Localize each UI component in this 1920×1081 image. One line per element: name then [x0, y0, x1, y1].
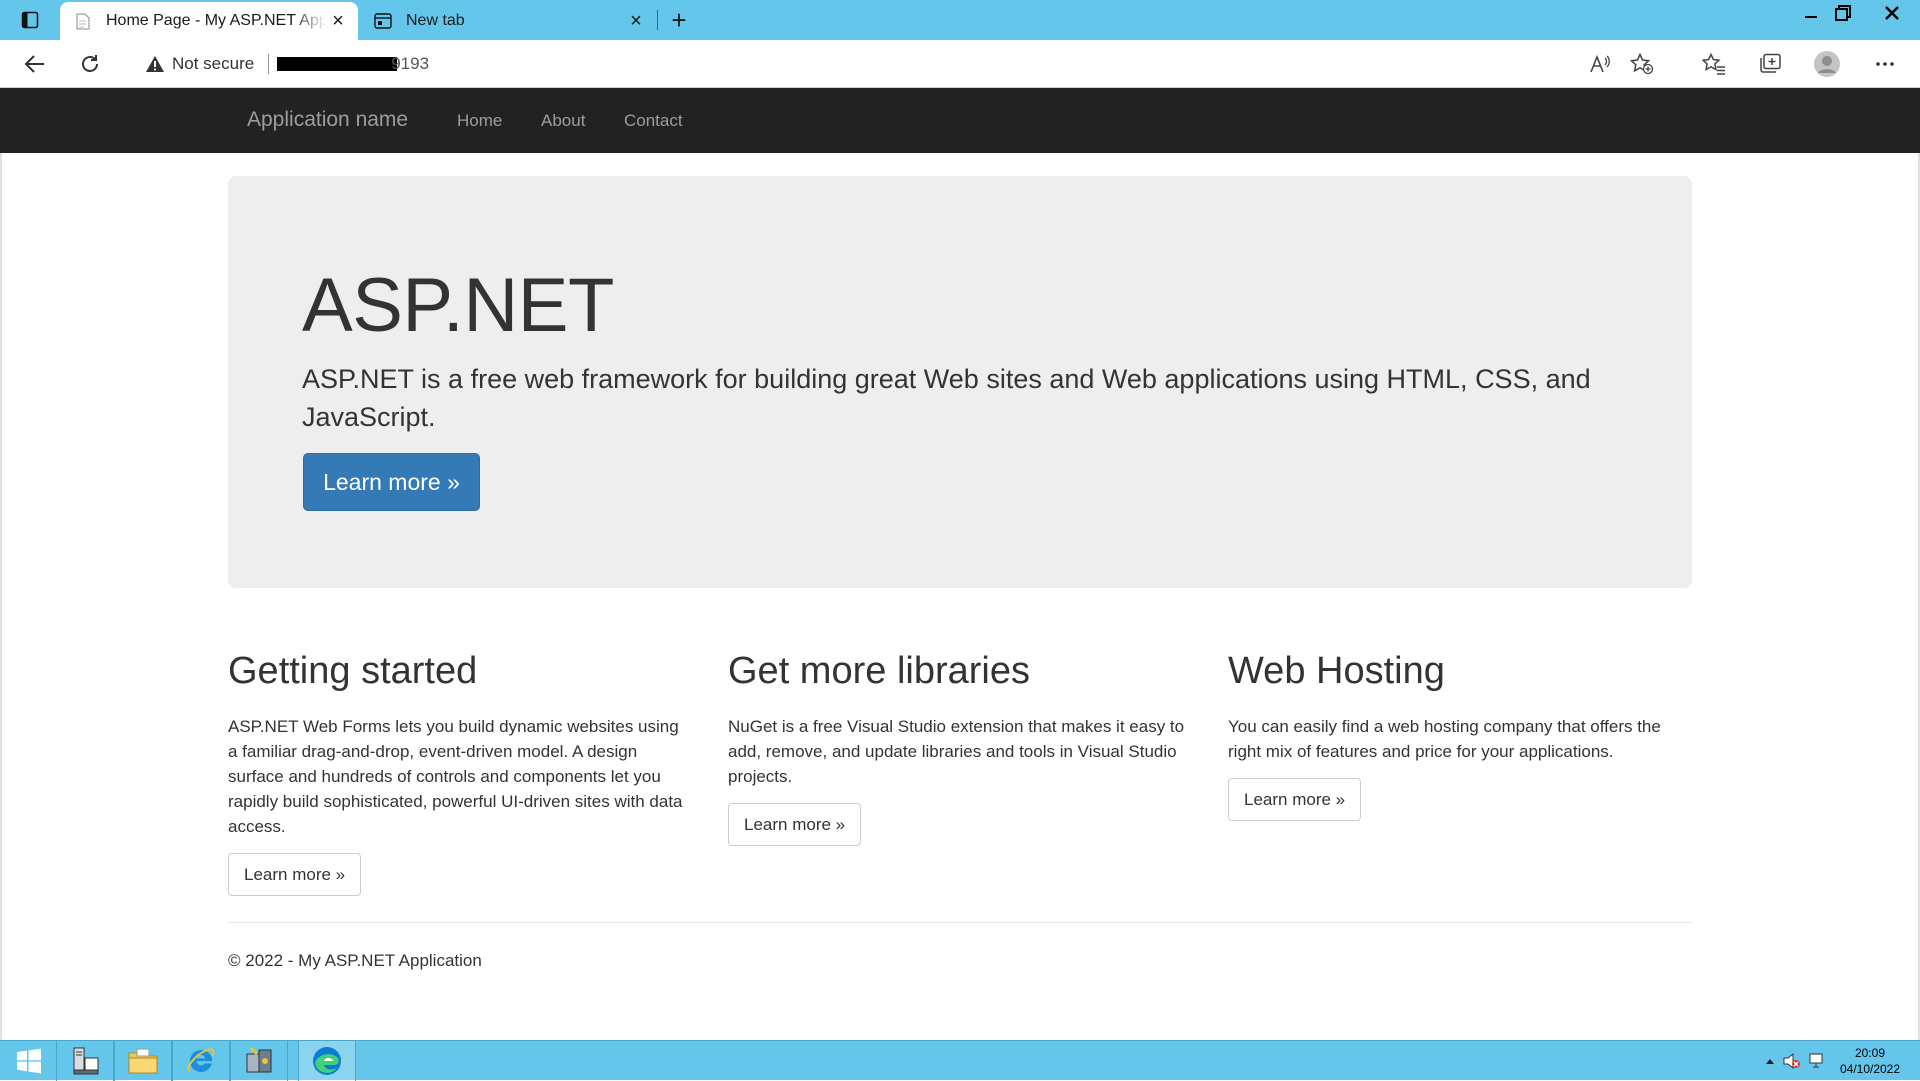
show-hidden-icons-icon[interactable] [1760, 1051, 1780, 1071]
learn-more-button[interactable]: Learn more » [228, 853, 362, 896]
jumbotron-title: ASP.NET [302, 263, 614, 348]
close-window-icon[interactable] [1872, 0, 1912, 26]
footer-divider [228, 922, 1692, 923]
column-heading: Getting started [228, 650, 478, 692]
restore-icon[interactable] [1828, 0, 1858, 26]
file-explorer-icon[interactable] [114, 1041, 172, 1081]
browser-toolbar: Not secure 9193 [0, 40, 1920, 88]
column-web-hosting: Web Hosting You can easily find a web ho… [1228, 650, 1688, 821]
nav-link-contact[interactable]: Contact [624, 111, 683, 131]
taskbar-clock[interactable]: 20:09 04/10/2022 [1830, 1045, 1910, 1077]
clock-date: 04/10/2022 [1839, 1062, 1901, 1076]
column-heading: Web Hosting [1228, 650, 1445, 692]
server-manager-icon[interactable] [56, 1041, 114, 1081]
network-icon[interactable] [1806, 1051, 1826, 1071]
learn-more-primary-button[interactable]: Learn more » [303, 453, 480, 511]
new-tab-button[interactable]: + [665, 5, 693, 35]
learn-more-button[interactable]: Learn more » [1228, 778, 1362, 821]
column-text: You can easily find a web hosting compan… [1228, 717, 1661, 761]
site-navbar: Application name Home About Contact [0, 88, 1920, 153]
security-status[interactable]: Not secure [172, 54, 254, 74]
page-border-left [0, 153, 2, 1040]
footer-copyright: © 2022 - My ASP.NET Application [228, 951, 482, 970]
add-favorite-icon[interactable] [1628, 51, 1656, 77]
column-getting-started: Getting started ASP.NET Web Forms lets y… [228, 650, 688, 896]
collections-icon[interactable] [1755, 50, 1785, 78]
url-redaction [277, 57, 398, 71]
new-tab-page-icon [374, 12, 392, 30]
navbar-brand[interactable]: Application name [247, 108, 408, 132]
column-get-more-libraries: Get more libraries NuGet is a free Visua… [728, 650, 1188, 846]
clock-time: 20:09 [1854, 1046, 1886, 1060]
close-tab-icon[interactable]: × [326, 9, 350, 33]
tools-icon[interactable] [230, 1041, 288, 1081]
tab-new-tab[interactable]: New tab × [360, 2, 656, 40]
internet-explorer-icon[interactable] [172, 1041, 230, 1081]
tab-divider [657, 10, 658, 30]
minimize-icon[interactable] [1796, 0, 1826, 26]
nav-link-home[interactable]: Home [457, 111, 502, 131]
close-tab-icon[interactable]: × [624, 9, 648, 33]
column-text: NuGet is a free Visual Studio extension … [728, 717, 1185, 786]
jumbotron: ASP.NET ASP.NET is a free web framework … [228, 176, 1692, 588]
more-menu-icon[interactable] [1870, 50, 1900, 78]
learn-more-button[interactable]: Learn more » [728, 803, 862, 846]
favorites-icon[interactable] [1699, 50, 1729, 78]
tab-title: New tab [406, 12, 465, 29]
back-arrow-icon[interactable] [20, 50, 50, 78]
jumbotron-lead: ASP.NET is a free web framework for buil… [302, 364, 1591, 432]
volume-muted-icon[interactable] [1782, 1051, 1802, 1071]
warning-icon[interactable] [144, 54, 166, 74]
url-text[interactable]: 9193 [391, 54, 429, 74]
tab-title: Home Page - My ASP.NET Applic [106, 12, 326, 29]
tab-home-page[interactable]: Home Page - My ASP.NET Applic × [60, 2, 358, 40]
windows-taskbar: 20:09 04/10/2022 [0, 1040, 1920, 1081]
address-bar[interactable]: Not secure 9193 [126, 46, 1704, 82]
start-icon[interactable] [0, 1041, 58, 1081]
read-aloud-icon[interactable] [1586, 51, 1614, 77]
refresh-icon[interactable] [75, 50, 105, 78]
column-heading: Get more libraries [728, 650, 1030, 692]
profile-icon[interactable] [1812, 50, 1842, 78]
address-divider [268, 54, 270, 74]
tab-actions-icon[interactable] [18, 9, 42, 31]
nav-link-about[interactable]: About [541, 111, 585, 131]
edge-icon[interactable] [298, 1041, 356, 1081]
browser-tabstrip: Home Page - My ASP.NET Applic × New tab … [0, 0, 1920, 40]
column-text: ASP.NET Web Forms lets you build dynamic… [228, 717, 683, 836]
page-icon [74, 12, 92, 30]
